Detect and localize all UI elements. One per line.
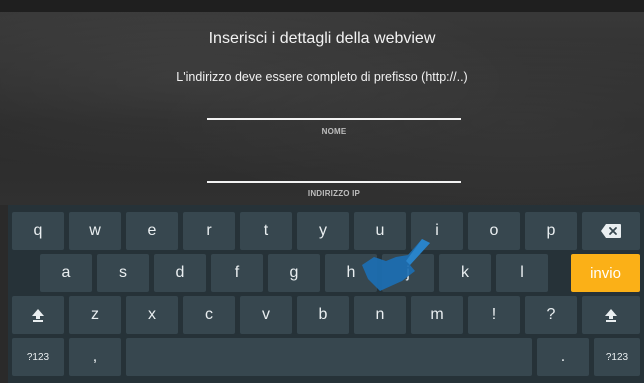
backspace-icon bbox=[600, 223, 622, 239]
key-question[interactable]: ? bbox=[525, 296, 577, 334]
key-exclamation[interactable]: ! bbox=[468, 296, 520, 334]
backspace-key[interactable] bbox=[582, 212, 640, 250]
key-g[interactable]: g bbox=[268, 254, 320, 292]
status-bar bbox=[0, 0, 644, 12]
key-v[interactable]: v bbox=[240, 296, 292, 334]
key-l[interactable]: l bbox=[496, 254, 548, 292]
keyboard-row-2: a s d f g h j k l invio bbox=[8, 254, 644, 292]
key-period[interactable]: . bbox=[537, 338, 589, 376]
name-field-label: NOME bbox=[321, 127, 347, 136]
shift-key-left[interactable] bbox=[12, 296, 64, 334]
key-t[interactable]: t bbox=[240, 212, 292, 250]
key-z[interactable]: z bbox=[69, 296, 121, 334]
shift-arrow-icon bbox=[30, 307, 46, 323]
symbols-key-left[interactable]: ?123 bbox=[12, 338, 64, 376]
key-c[interactable]: c bbox=[183, 296, 235, 334]
key-h[interactable]: h bbox=[325, 254, 377, 292]
key-m[interactable]: m bbox=[411, 296, 463, 334]
key-s[interactable]: s bbox=[97, 254, 149, 292]
key-j[interactable]: j bbox=[382, 254, 434, 292]
shift-key-right[interactable] bbox=[582, 296, 640, 334]
key-x[interactable]: x bbox=[126, 296, 178, 334]
key-r[interactable]: r bbox=[183, 212, 235, 250]
key-q[interactable]: q bbox=[12, 212, 64, 250]
ip-address-field-label: INDIRIZZO IP bbox=[307, 189, 361, 198]
keyboard-row-1: q w e r t y u i o p bbox=[8, 212, 644, 250]
key-o[interactable]: o bbox=[468, 212, 520, 250]
key-p[interactable]: p bbox=[525, 212, 577, 250]
key-i[interactable]: i bbox=[411, 212, 463, 250]
key-w[interactable]: w bbox=[69, 212, 121, 250]
keyboard-row-3: z x c v b n m ! ? bbox=[8, 296, 644, 334]
keyboard-row-4: ?123 , . ?123 bbox=[8, 338, 644, 376]
key-a[interactable]: a bbox=[40, 254, 92, 292]
key-d[interactable]: d bbox=[154, 254, 206, 292]
ip-address-input[interactable] bbox=[207, 181, 461, 183]
key-u[interactable]: u bbox=[354, 212, 406, 250]
name-input[interactable] bbox=[207, 118, 461, 120]
key-f[interactable]: f bbox=[211, 254, 263, 292]
key-comma[interactable]: , bbox=[69, 338, 121, 376]
key-k[interactable]: k bbox=[439, 254, 491, 292]
space-key[interactable] bbox=[126, 338, 532, 376]
symbols-key-right[interactable]: ?123 bbox=[594, 338, 640, 376]
key-y[interactable]: y bbox=[297, 212, 349, 250]
dialog-title: Inserisci i dettagli della webview bbox=[208, 30, 436, 47]
onscreen-keyboard: q w e r t y u i o p a s d f g h j k l in… bbox=[8, 205, 644, 383]
key-n[interactable]: n bbox=[354, 296, 406, 334]
key-b[interactable]: b bbox=[297, 296, 349, 334]
shift-arrow-icon bbox=[603, 307, 619, 323]
dialog-subtitle: L'indirizzo deve essere completo di pref… bbox=[176, 70, 468, 84]
enter-key[interactable]: invio bbox=[571, 254, 640, 292]
key-e[interactable]: e bbox=[126, 212, 178, 250]
